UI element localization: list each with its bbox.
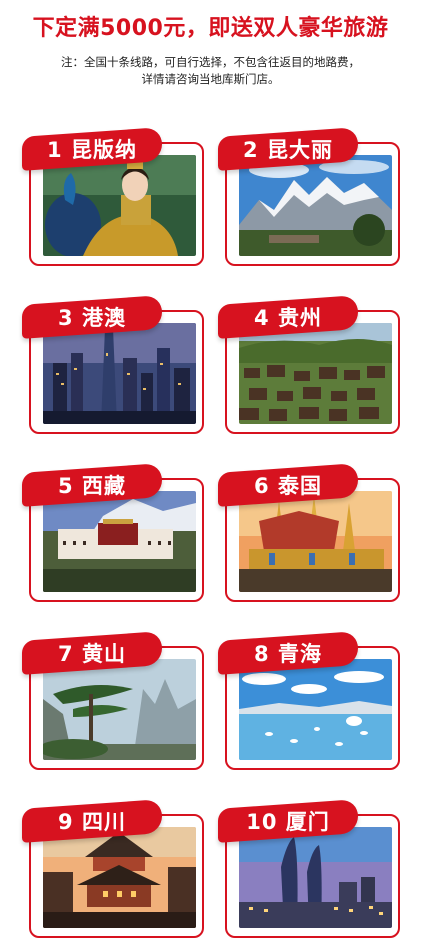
destination-tag-10: 10 厦门 [218, 799, 358, 843]
photo-xiamen-towers [239, 827, 392, 928]
photo-ancient-town [43, 827, 196, 928]
photo-qinghai-lake [239, 659, 392, 760]
destination-tag-2: 2 昆大丽 [218, 127, 358, 171]
destination-tag-4: 4 贵州 [218, 295, 358, 339]
destination-tag-9: 9 四川 [22, 799, 162, 843]
destination-tag-3: 3 港澳 [22, 295, 162, 339]
photo-snow-mountain [239, 155, 392, 256]
photo-potala-palace [43, 491, 196, 592]
note-line-1: 注：全国十条线路，可自行选择，不包含往返目的地路费， [61, 55, 360, 69]
photo-miao-village [239, 323, 392, 424]
destination-tag-8: 8 青海 [218, 631, 358, 675]
photo-grand-palace [239, 491, 392, 592]
destination-tag-1: 1 昆版纳 [22, 127, 162, 171]
destination-tag-6: 6 泰国 [218, 463, 358, 507]
destination-tag-5: 5 西藏 [22, 463, 162, 507]
headline: 下定满5000元，即送双人豪华旅游 [32, 16, 389, 41]
note-line-2: 详情请咨询当地库斯门店。 [141, 72, 280, 86]
destination-tag-7: 7 黄山 [22, 631, 162, 675]
photo-city-skyline [43, 323, 196, 424]
photo-huangshan [43, 659, 196, 760]
photo-woman-peacock [43, 155, 196, 256]
